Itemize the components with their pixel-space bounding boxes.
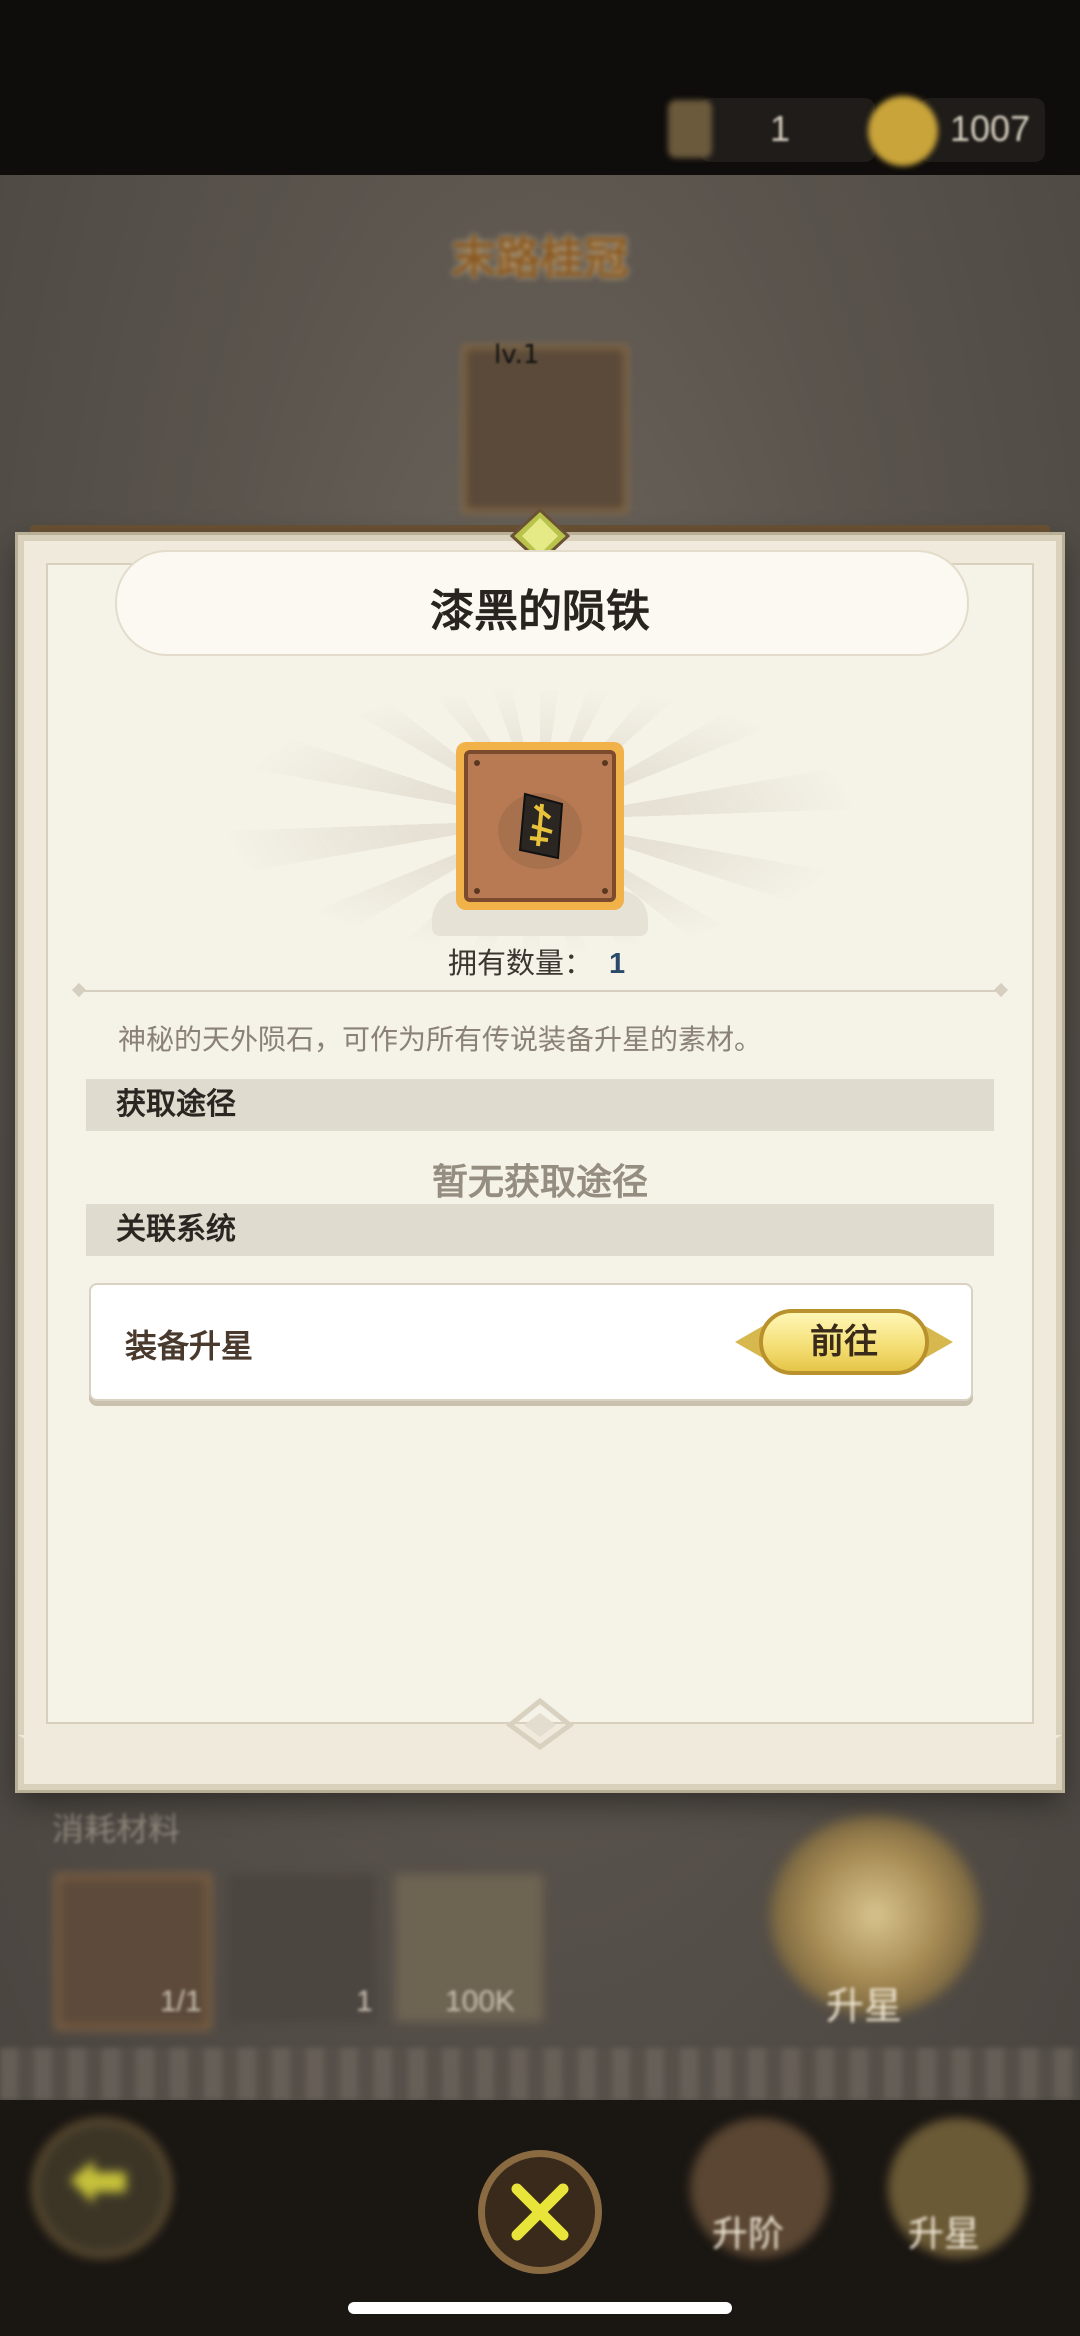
coin-value: 1007 — [950, 108, 1031, 149]
stamina-icon — [668, 100, 712, 158]
owned-count-row: 拥有数量： 1 — [448, 940, 625, 982]
equipment-title: 末路桂冠 — [452, 233, 628, 284]
go-button[interactable]: 前往 — [731, 1305, 957, 1381]
arrow-back-icon — [70, 2160, 126, 2204]
hero-level: lv.1 — [494, 340, 540, 370]
back-button[interactable] — [32, 2118, 172, 2258]
close-x-icon — [511, 2183, 569, 2241]
coin-icon — [868, 96, 938, 166]
material-count: 100K — [445, 1985, 516, 2018]
related-system-card: 装备升星 前往 — [89, 1283, 973, 1401]
close-button[interactable] — [478, 2150, 602, 2274]
related-section-header: 关联系统 — [86, 1204, 994, 1256]
home-indicator[interactable] — [348, 2302, 732, 2314]
go-button-label: 前往 — [759, 1309, 929, 1375]
related-system-label: 装备升星 — [125, 1327, 254, 1365]
materials-label: 消耗材料 — [52, 1810, 181, 1848]
advance-label: 升阶 — [712, 2214, 785, 2255]
acquire-empty-message: 暂无获取途径 — [431, 1162, 648, 1203]
item-frame — [456, 742, 624, 910]
decorative-strip — [0, 2048, 1080, 2100]
item-frame-inner — [464, 750, 616, 902]
hero-portrait[interactable] — [462, 345, 628, 513]
stamina-value: 1 — [770, 108, 791, 149]
owned-label: 拥有数量： — [448, 946, 594, 980]
panel-bottom-ornament-icon — [505, 1697, 575, 1751]
star-up-label: 升星 — [826, 1984, 903, 2028]
divider — [80, 990, 1000, 992]
meteorite-icon — [498, 792, 582, 869]
material-count: 1 — [356, 1985, 373, 2018]
material-meteorite[interactable] — [228, 1874, 376, 2022]
modal-title: 漆黑的陨铁 — [430, 586, 650, 637]
star-nav-label: 升星 — [908, 2214, 981, 2255]
material-count: 1/1 — [160, 1985, 202, 2018]
item-description: 神秘的天外陨石，可作为所有传说装备升星的素材。 — [118, 1023, 763, 1056]
owned-count: 1 — [609, 948, 626, 980]
acquire-section-header: 获取途径 — [86, 1079, 994, 1131]
